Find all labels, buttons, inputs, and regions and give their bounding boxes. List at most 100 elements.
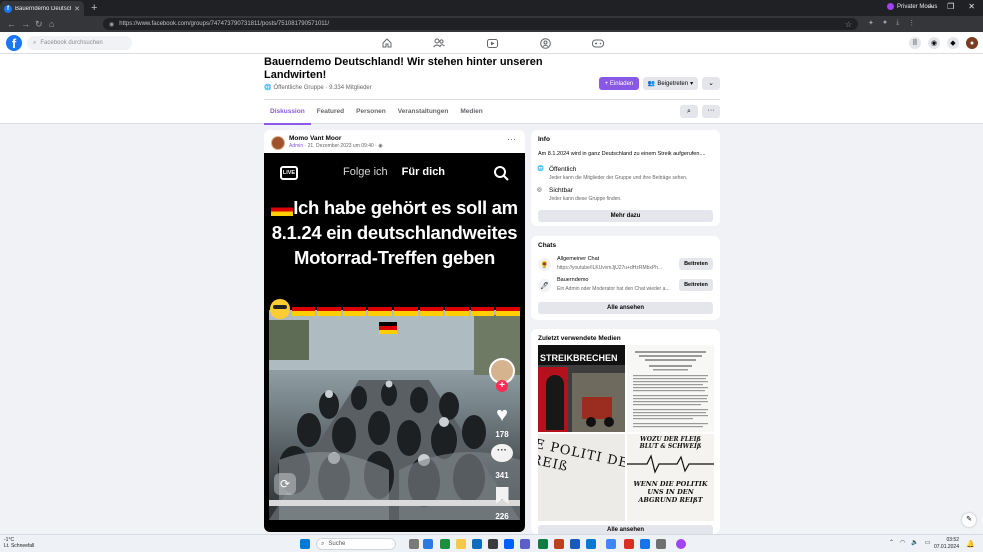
profile-icon[interactable]: ● — [883, 19, 887, 27]
invite-button[interactable]: + Einladen — [599, 77, 639, 90]
tab-featured[interactable]: Featured — [311, 103, 350, 125]
facebook-logo[interactable]: f — [6, 35, 22, 51]
media-thumbnail-text: WOZU DER FLEIß BLUT & SCHWEIß — [639, 436, 702, 450]
post-date[interactable]: · 21. Dezember 2023 um 09:40 · — [303, 143, 378, 149]
profile-avatar[interactable]: ● — [966, 37, 978, 49]
join-chat-button[interactable]: Beitreten — [679, 258, 713, 270]
file-explorer-icon[interactable] — [456, 539, 466, 549]
admin-badge[interactable]: Admin — [289, 143, 303, 149]
tab-discussion[interactable]: Diskussion — [264, 103, 311, 125]
widgets-icon[interactable] — [423, 539, 433, 549]
excel-icon[interactable] — [538, 539, 548, 549]
app-icon[interactable] — [656, 539, 666, 549]
taskbar-search-input[interactable]: ⌕ Suche — [316, 538, 396, 550]
forward-arrow-icon[interactable]: → — [21, 18, 30, 30]
battery-icon[interactable]: ▭ — [925, 539, 931, 546]
word-icon[interactable] — [570, 539, 580, 549]
volume-icon[interactable]: 🔈 — [911, 539, 918, 546]
messenger-icon[interactable]: ◉ — [928, 37, 940, 49]
recent-media-title: Zuletzt verwendete Medien — [538, 335, 621, 342]
facebook-search-input[interactable]: ⌕ Facebook durchsuchen — [27, 36, 132, 50]
task-view-icon[interactable] — [409, 539, 419, 549]
teams-chat-icon[interactable] — [440, 539, 450, 549]
chat-description: Ein Admin oder Moderator hat den Chat wi… — [557, 286, 670, 292]
reload-icon[interactable]: ↻ — [35, 18, 43, 30]
compose-edit-icon[interactable]: ✎ — [962, 513, 976, 527]
see-all-chats-button[interactable]: Alle ansehen — [538, 302, 713, 314]
chat-name[interactable]: Bauerndemo — [557, 277, 589, 283]
close-window-icon[interactable]: ✕ — [968, 2, 975, 11]
home-icon[interactable]: ⌂ — [49, 18, 54, 30]
store-icon[interactable] — [488, 539, 498, 549]
browser-tab[interactable]: f Bauerndemo Deutschland! Wi... ✕ — [0, 1, 84, 16]
media-thumbnail[interactable]: STREIKBRECHEN — [538, 345, 625, 432]
facebook-header: f ⌕ Facebook durchsuchen ⠿ ◉ ◆ ● — [0, 32, 983, 54]
join-chat-button[interactable]: Beitreten — [679, 279, 713, 291]
scan-icon[interactable]: ⟳ — [274, 473, 296, 495]
save-count: 226 — [495, 512, 509, 521]
document-thumbnail[interactable] — [627, 345, 714, 432]
chat-name[interactable]: Allgemeiner Chat — [557, 256, 599, 262]
site-info-icon[interactable]: ◉ — [109, 21, 114, 28]
video-search-icon — [494, 166, 509, 181]
tab-media[interactable]: Medien — [454, 103, 488, 125]
group-title[interactable]: Bauerndemo Deutschland! Wir stehen hinte… — [264, 56, 564, 82]
wifi-icon[interactable]: ◠ — [900, 539, 905, 546]
tab-events[interactable]: Veranstaltungen — [392, 103, 455, 125]
like-heart-icon[interactable]: ♥ — [486, 404, 518, 427]
tab-people[interactable]: Personen — [350, 103, 392, 125]
nav-friends-icon[interactable] — [433, 37, 445, 49]
taskbar-clock[interactable]: 03:52 07.01.2024 — [934, 537, 959, 550]
notification-bell-icon[interactable]: 🔔 — [966, 540, 975, 548]
group-more-chevron-icon[interactable]: ⌄ — [702, 77, 720, 90]
learn-more-button[interactable]: Mehr dazu — [538, 210, 713, 222]
joined-button[interactable]: 👥 Beigetreten ▾ — [643, 77, 698, 90]
back-arrow-icon[interactable]: ← — [7, 18, 16, 30]
media-thumbnail[interactable]: E POLITI DEN REIß — [538, 434, 625, 521]
acrobat-icon[interactable] — [624, 539, 634, 549]
downloads-icon[interactable]: ⤓ — [896, 19, 899, 27]
powerpoint-icon[interactable] — [554, 539, 564, 549]
comment-count: 341 — [495, 471, 509, 480]
weather-widget[interactable]: -1°C Lt. Schneefall — [4, 537, 34, 549]
comment-bubble-icon[interactable]: ··· — [486, 444, 518, 462]
globe-icon: 🌐 — [264, 85, 272, 91]
new-tab-button[interactable]: + — [91, 2, 97, 14]
nav-home-icon[interactable] — [381, 37, 393, 49]
outlook-icon[interactable] — [586, 539, 596, 549]
nav-video-icon[interactable] — [486, 37, 498, 49]
nav-gaming-icon[interactable] — [592, 37, 604, 49]
video-player[interactable]: LIVE Folge ich Für dich Ich habe gehört … — [264, 153, 525, 532]
group-tabs: Diskussion Featured Personen Veranstaltu… — [264, 103, 489, 125]
windows-start-icon[interactable] — [300, 539, 310, 549]
audience-globe-icon: ◉ — [378, 143, 383, 149]
browser-menu-icon[interactable]: ⋮ — [908, 19, 915, 27]
address-bar[interactable]: ◉ https://www.facebook.com/groups/747473… — [103, 18, 858, 30]
chevron-up-icon[interactable]: ⌃ — [889, 539, 894, 546]
private-browser-icon[interactable] — [676, 539, 686, 549]
see-all-media-button[interactable]: Alle ansehen — [538, 525, 713, 534]
group-search-icon[interactable]: ⌕ — [680, 105, 698, 118]
media-thumbnail-text: E POLITI DEN REIß — [538, 436, 625, 475]
group-options-icon[interactable]: ··· — [702, 105, 720, 118]
menu-grid-icon[interactable]: ⠿ — [909, 37, 921, 49]
notifications-bell-icon[interactable]: ◆ — [947, 37, 959, 49]
close-tab-icon[interactable]: ✕ — [74, 5, 80, 13]
germany-flag-icon — [342, 302, 367, 317]
minimize-icon[interactable]: – — [929, 2, 933, 11]
extension-puzzle-icon[interactable]: ✦ — [868, 19, 874, 27]
dropbox-icon[interactable] — [504, 539, 514, 549]
chrome-icon[interactable] — [606, 539, 616, 549]
app-icon[interactable] — [520, 539, 530, 549]
follow-plus-icon[interactable]: + — [486, 380, 518, 392]
edge-icon[interactable] — [472, 539, 482, 549]
app-icon[interactable] — [640, 539, 650, 549]
nav-groups-icon[interactable] — [539, 37, 551, 49]
media-thumbnail[interactable]: WOZU DER FLEIß BLUT & SCHWEIß WENN DIE P… — [627, 434, 714, 521]
maximize-icon[interactable]: ❐ — [947, 2, 954, 11]
bookmark-star-icon[interactable]: ☆ — [845, 20, 852, 29]
post-options-icon[interactable]: ··· — [507, 134, 516, 144]
bookmark-icon[interactable] — [486, 487, 518, 506]
author-avatar[interactable] — [271, 136, 285, 150]
post-author[interactable]: Momo Vant Moor — [289, 135, 341, 142]
